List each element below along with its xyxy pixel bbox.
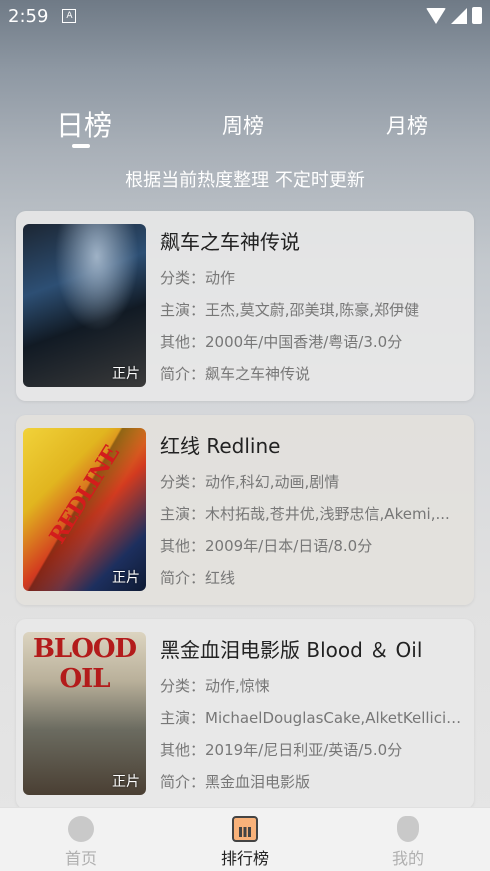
signal-icon: [451, 7, 467, 24]
movie-category: 分类：动作,惊悚: [160, 677, 270, 695]
movie-card[interactable]: 正片 飙车之车神传说 分类：动作 主演：王杰,莫文蔚,邵美琪,陈豪,郑伊健 其他…: [16, 211, 474, 401]
nav-profile-label: 我的: [391, 849, 424, 868]
movie-card[interactable]: BLOOD OIL 正片 黑金血泪电影版 Blood ＆ Oil 分类：动作,惊…: [16, 619, 474, 809]
movie-info: 红线 Redline 分类：动作,科幻,动画,剧情 主演：木村拓哉,苍井优,浅野…: [160, 428, 465, 587]
movie-title[interactable]: 黑金血泪电影版 Blood ＆ Oil: [160, 634, 465, 663]
movie-category: 分类：动作,科幻,动画,剧情: [160, 473, 340, 491]
movie-other: 其他：2000年/中国香港/粤语/3.0分: [160, 333, 403, 351]
ranking-subtitle: 根据当前热度整理 不定时更新: [125, 170, 365, 191]
movie-intro: 简介：飙车之车神传说: [160, 365, 311, 383]
tab-daily[interactable]: 日榜: [56, 104, 112, 144]
movie-cast: 主演：MichaelDouglasCake,AlketKellici,...: [160, 709, 465, 727]
movie-poster[interactable]: 正片: [23, 224, 146, 387]
movie-title[interactable]: 红线 Redline: [160, 430, 465, 459]
movie-poster[interactable]: REDLINE 正片: [23, 428, 146, 591]
movie-poster[interactable]: BLOOD OIL 正片: [23, 632, 146, 795]
status-bar: 2:59 A: [0, 0, 490, 32]
status-time: 2:59: [8, 5, 49, 27]
tab-weekly[interactable]: 周榜: [222, 110, 264, 140]
tab-monthly[interactable]: 月榜: [386, 110, 428, 140]
nav-ranking-label: 排行榜: [220, 849, 269, 868]
ranking-tabs: 日榜 周榜 月榜: [0, 100, 490, 160]
bottom-navigation: 首页 排行榜 我的: [0, 807, 490, 871]
profile-icon: [397, 816, 419, 842]
battery-icon: [472, 7, 482, 24]
nav-profile[interactable]: 我的: [368, 816, 448, 869]
movie-other: 其他：2019年/尼日利亚/英语/5.0分: [160, 741, 403, 759]
home-icon: [68, 816, 94, 842]
movie-cast: 主演：王杰,莫文蔚,邵美琪,陈豪,郑伊健: [160, 301, 420, 319]
status-icons: [426, 7, 482, 24]
poster-title-art: REDLINE: [44, 441, 125, 549]
nav-ranking[interactable]: 排行榜: [205, 816, 285, 869]
quality-badge: 正片: [112, 366, 140, 382]
movie-card[interactable]: REDLINE 正片 红线 Redline 分类：动作,科幻,动画,剧情 主演：…: [16, 415, 474, 605]
movie-category: 分类：动作: [160, 269, 236, 287]
nav-home[interactable]: 首页: [41, 816, 121, 869]
movie-intro: 简介：红线: [160, 569, 236, 587]
wifi-icon: [426, 7, 446, 24]
notification-app-icon: A: [62, 9, 77, 23]
active-tab-indicator: [72, 144, 90, 148]
movie-info: 黑金血泪电影版 Blood ＆ Oil 分类：动作,惊悚 主演：MichaelD…: [160, 632, 465, 791]
quality-badge: 正片: [112, 570, 140, 586]
movie-other: 其他：2009年/日本/日语/8.0分: [160, 537, 373, 555]
movie-intro: 简介：黑金血泪电影版: [160, 773, 311, 791]
quality-badge: 正片: [112, 774, 140, 790]
movie-info: 飙车之车神传说 分类：动作 主演：王杰,莫文蔚,邵美琪,陈豪,郑伊健 其他：20…: [160, 224, 465, 383]
ranking-icon: [232, 816, 258, 842]
movie-title[interactable]: 飙车之车神传说: [160, 226, 465, 255]
poster-title-art: BLOOD OIL: [32, 634, 137, 694]
nav-home-label: 首页: [64, 849, 97, 868]
movie-cast: 主演：木村拓哉,苍井优,浅野忠信,Akemi,...: [160, 505, 450, 523]
